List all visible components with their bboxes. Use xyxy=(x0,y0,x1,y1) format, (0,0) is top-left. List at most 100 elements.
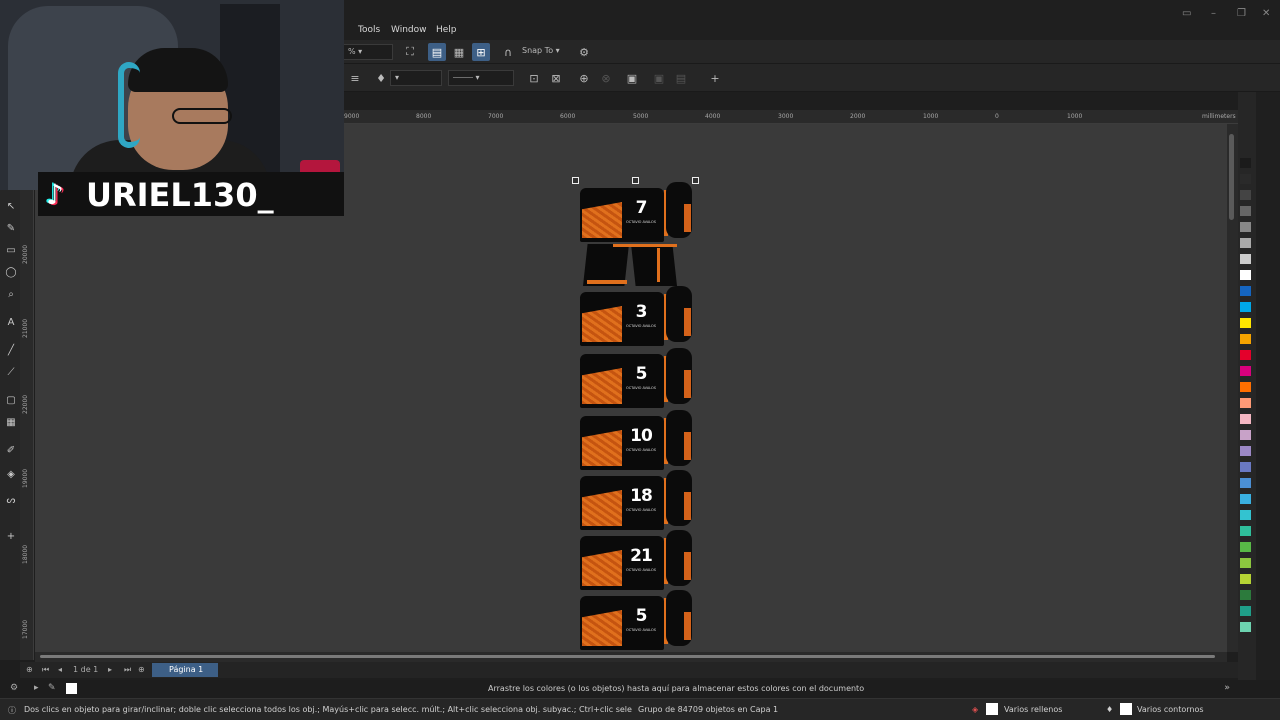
smart-fill-tool-icon[interactable]: ᔕ xyxy=(4,494,18,508)
outline-width-dropdown[interactable]: ▾ xyxy=(390,70,442,86)
palette-swatch[interactable] xyxy=(1240,574,1251,584)
palette-swatch[interactable] xyxy=(1240,398,1251,408)
restore-icon[interactable]: ▭ xyxy=(1182,8,1191,19)
zoom-tool-icon[interactable]: ⌕ xyxy=(4,288,18,302)
palette-swatch[interactable] xyxy=(1240,350,1251,360)
jersey-design[interactable]: 5 OCTAVIO AVALOS xyxy=(580,590,692,650)
fill-tool-icon[interactable]: ◈ xyxy=(4,468,18,482)
palette-swatch[interactable] xyxy=(1240,302,1251,312)
more-arrow-icon[interactable]: ▸ xyxy=(34,683,39,693)
add-icon[interactable]: + xyxy=(706,69,724,87)
zoom-dropdown[interactable]: % ▾ xyxy=(343,44,393,60)
palette-swatch[interactable] xyxy=(1240,238,1251,248)
palette-swatch[interactable] xyxy=(1240,254,1251,264)
palette-swatch[interactable] xyxy=(1240,222,1251,232)
break-apart-icon[interactable]: ⊗ xyxy=(597,69,615,87)
ruler-tick: 2000 xyxy=(850,113,866,120)
outline-swatch[interactable] xyxy=(1120,703,1132,715)
text-tool-icon[interactable]: A xyxy=(4,316,18,330)
eyedropper-icon[interactable]: ✎ xyxy=(48,683,56,693)
palette-swatch[interactable] xyxy=(1240,318,1251,328)
menu-tools[interactable]: Tools xyxy=(358,25,380,35)
minimize-button[interactable]: – xyxy=(1211,8,1216,19)
last-page-icon[interactable]: ⏭ xyxy=(124,665,131,675)
palette-swatch[interactable] xyxy=(1240,430,1251,440)
show-grid-icon[interactable]: ▦ xyxy=(450,43,468,61)
palette-swatch[interactable] xyxy=(1240,270,1251,280)
palette-swatch[interactable] xyxy=(1240,622,1251,632)
add-tool-icon[interactable]: + xyxy=(4,530,18,544)
palette-swatch[interactable] xyxy=(1240,382,1251,392)
page-tab[interactable]: Página 1 xyxy=(152,663,218,677)
maximize-button[interactable]: ❐ xyxy=(1237,8,1246,19)
jersey-design[interactable]: 21 OCTAVIO AVALOS xyxy=(580,530,692,590)
white-swatch[interactable] xyxy=(66,683,77,694)
horizontal-scroll-thumb[interactable] xyxy=(40,655,1215,658)
ungroup-icon[interactable]: ⊠ xyxy=(547,69,565,87)
jersey-design[interactable]: 3 OCTAVIO AVALOS xyxy=(580,286,692,346)
ruler-tick: 4000 xyxy=(705,113,721,120)
palette-swatch[interactable] xyxy=(1240,190,1251,200)
selection-handle[interactable] xyxy=(572,177,579,184)
palette-swatch[interactable] xyxy=(1240,494,1251,504)
combine-icon[interactable]: ⊕ xyxy=(575,69,593,87)
settings-gear-icon[interactable]: ⚙ xyxy=(10,683,18,693)
snap-to-dropdown[interactable]: Snap To ▾ xyxy=(518,44,564,60)
show-guides-icon[interactable]: ⊞ xyxy=(472,43,490,61)
palette-swatch[interactable] xyxy=(1240,286,1251,296)
shadow-tool-icon[interactable]: ▢ xyxy=(4,394,18,408)
palette-swatch[interactable] xyxy=(1240,510,1251,520)
jersey-name: OCTAVIO AVALOS xyxy=(625,508,657,512)
to-back-icon[interactable]: ▣ xyxy=(650,69,668,87)
eyedropper-tool-icon[interactable]: ✐ xyxy=(4,444,18,458)
palette-swatch[interactable] xyxy=(1240,446,1251,456)
vertical-scroll-thumb[interactable] xyxy=(1229,134,1234,220)
menu-window[interactable]: Window xyxy=(391,25,427,35)
prev-page-icon[interactable]: ◂ xyxy=(58,665,62,674)
jersey-design[interactable]: 18 OCTAVIO AVALOS xyxy=(580,470,692,530)
palette-swatch[interactable] xyxy=(1240,542,1251,552)
next-page-icon[interactable]: ▸ xyxy=(108,665,112,674)
line-style-dropdown[interactable]: ⎯⎯⎯⎯⎯ ▾ xyxy=(448,70,514,86)
rectangle-tool-icon[interactable]: ▭ xyxy=(4,244,18,258)
palette-swatch[interactable] xyxy=(1240,366,1251,376)
palette-swatch[interactable] xyxy=(1240,158,1251,168)
add-page-icon[interactable]: ⊕ xyxy=(26,665,33,674)
palette-swatch[interactable] xyxy=(1240,526,1251,536)
pattern-tool-icon[interactable]: ▦ xyxy=(4,416,18,430)
palette-swatch[interactable] xyxy=(1240,462,1251,472)
selection-handle[interactable] xyxy=(692,177,699,184)
palette-swatch[interactable] xyxy=(1240,590,1251,600)
first-page-icon[interactable]: ⏮ xyxy=(42,665,49,675)
options-gear-icon[interactable]: ⚙ xyxy=(575,43,593,61)
menu-help[interactable]: Help xyxy=(436,25,457,35)
snap-magnet-icon[interactable]: ∩ xyxy=(499,43,517,61)
connector-tool-icon[interactable]: ⟋ xyxy=(4,366,18,380)
line-tool-icon[interactable]: ╱ xyxy=(4,344,18,358)
outline-pen-icon[interactable]: ♦ xyxy=(372,69,390,87)
palette-swatch[interactable] xyxy=(1240,334,1251,344)
shorts-design[interactable] xyxy=(583,244,683,288)
align-icon[interactable]: ≡ xyxy=(346,69,364,87)
show-rulers-icon[interactable]: ▤ xyxy=(428,43,446,61)
fill-swatch[interactable] xyxy=(986,703,998,715)
palette-swatch[interactable] xyxy=(1240,414,1251,424)
to-front-icon[interactable]: ▣ xyxy=(623,69,641,87)
pick-tool-icon[interactable]: ↖ xyxy=(4,200,18,214)
close-button[interactable]: ✕ xyxy=(1262,8,1270,19)
jersey-design[interactable]: 5 OCTAVIO AVALOS xyxy=(580,348,692,408)
add-page-end-icon[interactable]: ⊕ xyxy=(138,665,145,674)
full-screen-icon[interactable]: ⛶ xyxy=(401,43,419,61)
expand-icon[interactable]: » xyxy=(1224,683,1230,693)
palette-swatch[interactable] xyxy=(1240,558,1251,568)
palette-swatch[interactable] xyxy=(1240,478,1251,488)
jersey-design[interactable]: 10 OCTAVIO AVALOS xyxy=(580,410,692,470)
ellipse-tool-icon[interactable]: ◯ xyxy=(4,266,18,280)
group-icon[interactable]: ⊡ xyxy=(525,69,543,87)
palette-swatch[interactable] xyxy=(1240,206,1251,216)
palette-swatch[interactable] xyxy=(1240,174,1251,184)
jersey-design[interactable]: 7 OCTAVIO AVALOS xyxy=(580,182,692,242)
layer-icon[interactable]: ▤ xyxy=(672,69,690,87)
freehand-tool-icon[interactable]: ✎ xyxy=(4,222,18,236)
palette-swatch[interactable] xyxy=(1240,606,1251,616)
